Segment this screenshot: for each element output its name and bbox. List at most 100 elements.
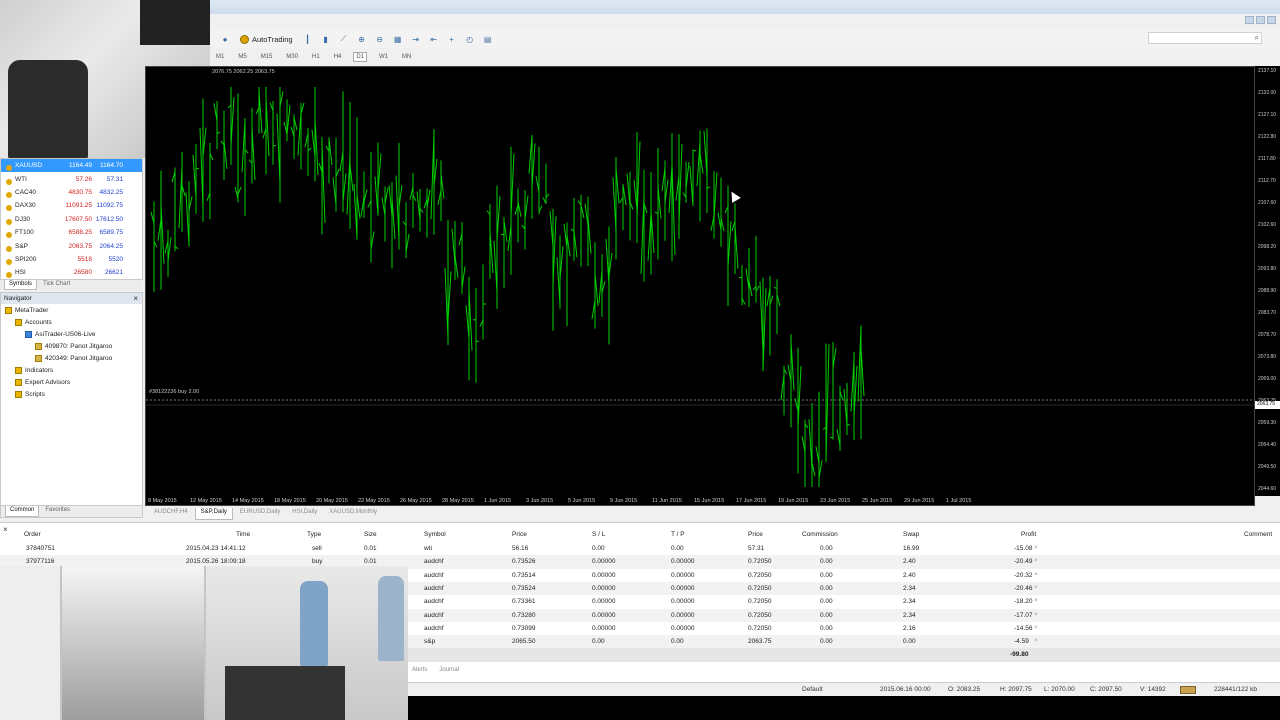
- tab-common[interactable]: Common: [5, 506, 40, 517]
- navigator-item[interactable]: 420349: Panot Jitgaroo: [1, 352, 142, 364]
- minimize-button[interactable]: [1245, 16, 1254, 24]
- autoscroll-icon[interactable]: ⇤: [427, 32, 441, 46]
- navigator-title: Navigator ×: [1, 293, 142, 304]
- market-watch-row[interactable]: FT100 6588.25 6589.75: [1, 226, 142, 239]
- autotrading-button[interactable]: AutoTrading: [236, 34, 297, 44]
- navigator-item[interactable]: Expert Advisors: [1, 376, 142, 388]
- new-order-icon[interactable]: ●: [218, 32, 232, 46]
- price-chart[interactable]: 8 May 2015 12 May 2015 14 May 2015 18 May 2…: [145, 66, 1256, 506]
- terminal-column-header[interactable]: T / P: [671, 531, 685, 538]
- periods-icon[interactable]: ◴: [463, 32, 477, 46]
- market-watch-row[interactable]: HSI 26580 26621: [1, 266, 142, 279]
- tf-mn[interactable]: MN: [400, 53, 413, 61]
- table-cell: 0.72050: [748, 624, 772, 632]
- tf-d1[interactable]: D1: [353, 52, 368, 62]
- candlestick-icon[interactable]: ▮: [319, 32, 333, 46]
- tf-m30[interactable]: M30: [284, 53, 300, 61]
- templates-icon[interactable]: ▤: [481, 32, 495, 46]
- date-tick-label: 25 Jun 2015: [862, 498, 892, 504]
- table-row[interactable]: 37840751 2015.04.23 14:41:12 sell 0.01 wti 56…: [0, 542, 1280, 555]
- date-tick-label: 5 Jun 2015: [568, 498, 595, 504]
- tab-journal[interactable]: Journal: [435, 666, 463, 678]
- tf-m5[interactable]: M5: [236, 53, 248, 61]
- close-position-icon[interactable]: ×: [1034, 624, 1038, 631]
- tf-h1[interactable]: H1: [310, 53, 322, 61]
- status-close: C: 2097.50: [1090, 686, 1122, 693]
- terminal-column-header[interactable]: Size: [364, 531, 377, 538]
- chart-tab[interactable]: HSI,Daily: [287, 508, 322, 520]
- tf-m1[interactable]: M1: [214, 53, 226, 61]
- close-position-icon[interactable]: ×: [1034, 637, 1038, 644]
- close-position-icon[interactable]: ×: [1034, 611, 1038, 618]
- terminal-column-header[interactable]: Price: [512, 531, 527, 538]
- navigator-item[interactable]: Indicators: [1, 364, 142, 376]
- table-cell: 37840751: [26, 545, 55, 552]
- terminal-column-header[interactable]: Profit: [1021, 531, 1036, 538]
- navigator-item[interactable]: MetaTrader: [1, 304, 142, 316]
- price-tick-label: 2069.00: [1258, 376, 1277, 382]
- close-position-icon[interactable]: ×: [1034, 544, 1038, 551]
- close-position-icon[interactable]: ×: [1034, 584, 1038, 591]
- indicators-icon[interactable]: +: [445, 32, 459, 46]
- table-cell: 0.00000: [592, 624, 616, 632]
- window-controls: [1245, 16, 1276, 24]
- tab-favorites[interactable]: Favorites: [41, 506, 74, 517]
- line-chart-icon[interactable]: ⟋: [337, 32, 351, 46]
- close-icon[interactable]: ×: [133, 293, 138, 304]
- terminal-column-header[interactable]: S / L: [592, 531, 605, 538]
- navigator-item[interactable]: Scripts: [1, 388, 142, 400]
- terminal-header: Order Time Type Size Symbol Price S / L T / P Pr…: [0, 529, 1280, 539]
- terminal-column-header[interactable]: Symbol: [424, 531, 446, 538]
- tab-symbols[interactable]: Symbols: [4, 280, 38, 290]
- terminal-column-header[interactable]: Price: [748, 531, 763, 538]
- chart-tab[interactable]: EURUSD,Daily: [235, 508, 285, 520]
- table-cell: 0.00000: [671, 611, 695, 619]
- market-watch-row[interactable]: S&P 2063.75 2064.25: [1, 239, 142, 252]
- table-cell: 56.16: [512, 545, 529, 552]
- tab-tick-chart[interactable]: Tick Chart: [39, 280, 74, 290]
- tf-m15[interactable]: M15: [259, 53, 275, 61]
- terminal-column-header[interactable]: Comment: [1244, 531, 1272, 538]
- navigator-item[interactable]: Accounts: [1, 316, 142, 328]
- connection-icon: [1180, 686, 1196, 694]
- market-watch-row[interactable]: DJ30 17607.50 17612.50: [1, 213, 142, 226]
- tab-alerts[interactable]: Alerts: [408, 666, 431, 678]
- chart-tab[interactable]: AUDCHF,H4: [149, 508, 193, 520]
- table-cell: buy: [312, 558, 323, 566]
- restore-button[interactable]: [1256, 16, 1265, 24]
- tile-windows-icon[interactable]: ▦: [391, 32, 405, 46]
- chart-tab[interactable]: XAUUSD,Monthly: [324, 508, 382, 520]
- navigator-item[interactable]: AsiTrader-US06-Live: [1, 328, 142, 340]
- search-input[interactable]: ⌕: [1148, 32, 1262, 44]
- zoom-out-icon[interactable]: ⊖: [373, 32, 387, 46]
- terminal-column-header[interactable]: Swap: [903, 531, 919, 538]
- market-watch-row[interactable]: SPI200 5518 5520: [1, 253, 142, 266]
- search-icon[interactable]: ⌕: [1255, 33, 1259, 43]
- table-cell: 0.00000: [592, 598, 616, 606]
- terminal-column-header[interactable]: Type: [307, 531, 321, 538]
- zoom-in-icon[interactable]: ⊕: [355, 32, 369, 46]
- price-tick-label: 2054.40: [1258, 442, 1277, 448]
- market-watch-row[interactable]: DAX30 11091.25 11092.75: [1, 199, 142, 212]
- market-watch-row[interactable]: XAUUSD 1164.49 1164.70: [1, 159, 142, 173]
- table-cell: 0.00: [820, 584, 833, 592]
- chart-canvas: 8 May 2015 12 May 2015 14 May 2015 18 May 2…: [146, 87, 1256, 504]
- terminal-column-header[interactable]: Order: [24, 531, 41, 538]
- terminal-column-header[interactable]: Time: [236, 531, 250, 538]
- navigator-item[interactable]: 409870: Panot Jitgaroo: [1, 340, 142, 352]
- market-watch-symbol: WTI: [1, 176, 61, 185]
- close-position-icon[interactable]: ×: [1034, 571, 1038, 578]
- chart-shift-icon[interactable]: ⇥: [409, 32, 423, 46]
- close-position-icon[interactable]: ×: [1034, 557, 1038, 564]
- chart-tab[interactable]: S&P,Daily: [194, 508, 233, 520]
- tf-h4[interactable]: H4: [332, 53, 344, 61]
- webcam-overlay-bottom: [0, 566, 408, 720]
- market-watch-row[interactable]: WTI 57.26 57.31: [1, 172, 142, 185]
- close-position-icon[interactable]: ×: [1034, 597, 1038, 604]
- close-button[interactable]: [1267, 16, 1276, 24]
- table-cell: audchf: [424, 584, 444, 592]
- tf-w1[interactable]: W1: [377, 53, 390, 61]
- market-watch-row[interactable]: CAC40 4830.75 4832.25: [1, 186, 142, 199]
- bar-chart-icon[interactable]: ┃: [301, 32, 315, 46]
- terminal-column-header[interactable]: Commission: [802, 531, 838, 538]
